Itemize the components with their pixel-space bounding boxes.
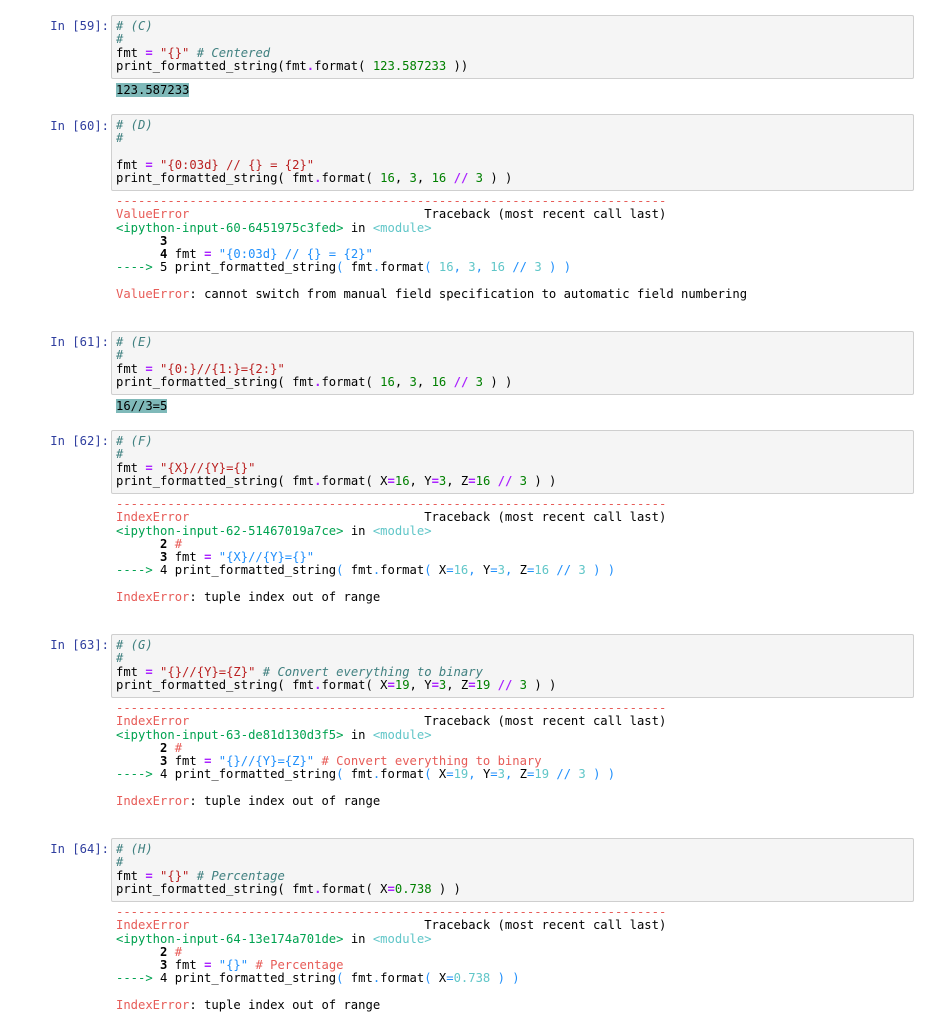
error-traceback: ----------------------------------------… <box>116 905 667 1013</box>
code-input-area[interactable]: # (H) # fmt = "{}" # Percentage print_fo… <box>111 838 914 902</box>
error-traceback: ----------------------------------------… <box>116 194 748 302</box>
error-traceback: ----------------------------------------… <box>116 701 667 809</box>
code-input-area[interactable]: # (C) # fmt = "{}" # Centered print_form… <box>111 15 914 79</box>
code-input-area[interactable]: # (E) # fmt = "{0:}//{1:}={2:}" print_fo… <box>111 331 914 395</box>
code-text: # (E) # fmt = "{0:}//{1:}={2:}" print_fo… <box>116 335 513 389</box>
code-input-area[interactable]: # (F) # fmt = "{X}//{Y}={}" print_format… <box>111 430 914 494</box>
error-traceback: ----------------------------------------… <box>116 497 667 605</box>
code-text: # (F) # fmt = "{X}//{Y}={}" print_format… <box>116 434 557 488</box>
code-text: # (D) # fmt = "{0:03d} // {} = {2}" prin… <box>116 118 513 186</box>
cell-output: 16//3=5 <box>116 399 168 413</box>
cell-prompt: In [60]: <box>50 119 109 133</box>
code-text: # (C) # fmt = "{}" # Centered print_form… <box>116 19 469 73</box>
cell-prompt: In [59]: <box>50 19 109 33</box>
cell-prompt: In [62]: <box>50 434 109 448</box>
code-input-area[interactable]: # (G) # fmt = "{}//{Y}={Z}" # Convert ev… <box>111 634 914 698</box>
cell-prompt: In [61]: <box>50 335 109 349</box>
cell-prompt: In [63]: <box>50 638 109 652</box>
code-text: # (G) # fmt = "{}//{Y}={Z}" # Convert ev… <box>116 638 557 692</box>
code-input-area[interactable]: # (D) # fmt = "{0:03d} // {} = {2}" prin… <box>111 114 914 191</box>
cell-output: 123.587233 <box>116 83 190 97</box>
cell-prompt: In [64]: <box>50 842 109 856</box>
code-text: # (H) # fmt = "{}" # Percentage print_fo… <box>116 842 461 896</box>
